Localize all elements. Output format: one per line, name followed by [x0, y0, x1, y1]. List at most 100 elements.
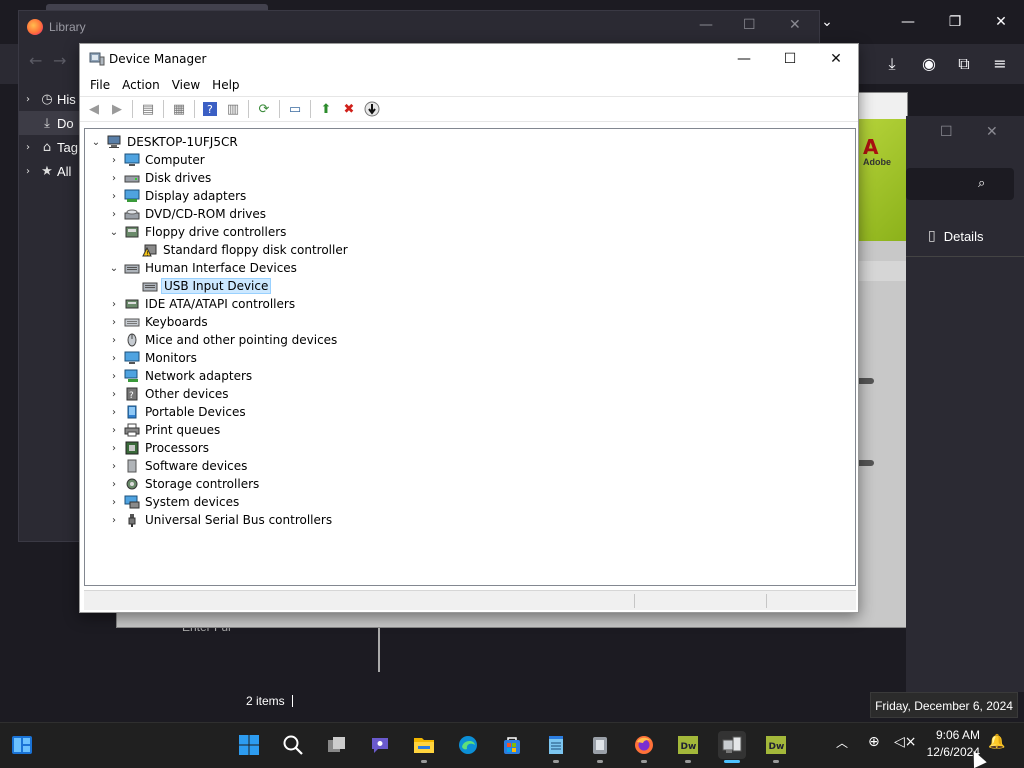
minimize-button[interactable]: — — [730, 48, 758, 70]
chevron-right-icon[interactable]: › — [19, 166, 37, 177]
back-arrow-icon[interactable]: ← — [29, 51, 42, 70]
uninstall-icon[interactable]: ✖ — [339, 99, 359, 119]
chevron-right-icon[interactable]: › — [105, 155, 123, 166]
close-button[interactable]: ✕ — [822, 48, 850, 70]
menu-help[interactable]: Help — [206, 78, 245, 92]
tree-node-print-queues[interactable]: › Print queues — [105, 421, 222, 439]
help-icon[interactable]: ? — [200, 99, 220, 119]
chevron-right-icon[interactable]: › — [105, 191, 123, 202]
library-item-history[interactable]: › ◷ His — [19, 87, 81, 111]
tree-node-usb-input-device[interactable]: USB Input Device — [123, 277, 272, 295]
menu-icon[interactable]: ≡ — [988, 52, 1012, 76]
tree-node-mice[interactable]: › Mice and other pointing devices — [105, 331, 339, 349]
tree-node-keyboards[interactable]: › Keyboards — [105, 313, 210, 331]
device-tree[interactable]: ⌄ DESKTOP-1UFJ5CR › Computer › Disk driv… — [84, 128, 856, 586]
library-close-button[interactable]: ✕ — [789, 17, 801, 33]
tree-node-dvd-drives[interactable]: › DVD/CD-ROM drives — [105, 205, 268, 223]
tree-node-hid[interactable]: ⌄ Human Interface Devices — [105, 259, 299, 277]
notepad-button[interactable] — [542, 731, 570, 759]
start-button[interactable] — [235, 731, 263, 759]
chevron-down-icon[interactable]: ⌄ — [105, 227, 123, 238]
menu-view[interactable]: View — [166, 78, 206, 92]
scan-icon[interactable]: ⟳ — [254, 99, 274, 119]
library-item-tags[interactable]: › ⌂ Tag — [19, 135, 81, 159]
chevron-right-icon[interactable]: › — [105, 389, 123, 400]
device-manager-titlebar[interactable]: Device Manager — ☐ ✕ — [80, 44, 858, 74]
maximize-button[interactable]: ☐ — [776, 48, 804, 70]
menu-action[interactable]: Action — [116, 78, 166, 92]
app-button[interactable] — [586, 731, 614, 759]
chevron-right-icon[interactable]: › — [105, 425, 123, 436]
notification-icon[interactable]: 🔔 — [988, 734, 1005, 750]
chevron-right-icon[interactable]: › — [19, 142, 37, 153]
tree-node-computer[interactable]: › Computer — [105, 151, 207, 169]
chevron-right-icon[interactable]: › — [105, 461, 123, 472]
tree-node-portable-devices[interactable]: › Portable Devices — [105, 403, 248, 421]
tree-node-ide-controllers[interactable]: › IDE ATA/ATAPI controllers — [105, 295, 297, 313]
chevron-right-icon[interactable]: › — [19, 94, 37, 105]
tree-node-display-adapters[interactable]: › Display adapters — [105, 187, 248, 205]
chevron-right-icon[interactable]: › — [105, 173, 123, 184]
chevron-right-icon[interactable]: › — [105, 443, 123, 454]
disable-icon[interactable] — [362, 99, 382, 119]
chevron-right-icon[interactable]: › — [105, 209, 123, 220]
tree-node-other-devices[interactable]: › ? Other devices — [105, 385, 231, 403]
details-icon[interactable]: ▦ — [169, 99, 189, 119]
tree-node-floppy-controllers[interactable]: ⌄ Floppy drive controllers — [105, 223, 288, 241]
chat-button[interactable] — [366, 731, 394, 759]
update-driver-icon[interactable]: ⬆ — [316, 99, 336, 119]
library-item-downloads[interactable]: ⤓ Do — [19, 111, 81, 135]
back-icon[interactable]: ◀ — [84, 99, 104, 119]
device-manager-taskbar-button[interactable] — [718, 731, 746, 759]
file-explorer-button[interactable] — [410, 731, 438, 759]
firefox-button[interactable] — [630, 731, 658, 759]
properties-pane-icon[interactable]: ▤ — [138, 99, 158, 119]
store-button[interactable] — [498, 731, 526, 759]
dreamweaver-button-2[interactable]: Dw — [762, 731, 790, 759]
account-icon[interactable]: ◉ — [917, 52, 941, 76]
search-button[interactable] — [279, 731, 307, 759]
tree-node-standard-floppy-controller[interactable]: ! Standard floppy disk controller — [123, 241, 350, 259]
maximize-button[interactable]: ❐ — [942, 10, 968, 34]
dreamweaver-button[interactable]: Dw — [674, 731, 702, 759]
tree-node-monitors[interactable]: › Monitors — [105, 349, 199, 367]
downloads-icon[interactable]: ⤓ — [880, 52, 904, 76]
library-minimize-button[interactable]: — — [699, 17, 713, 33]
tree-node-processors[interactable]: › Processors — [105, 439, 211, 457]
chevron-right-icon[interactable]: › — [105, 335, 123, 346]
tree-root[interactable]: ⌄ DESKTOP-1UFJ5CR — [87, 133, 240, 151]
tree-node-usb-controllers[interactable]: › Universal Serial Bus controllers — [105, 511, 334, 529]
tree-node-storage-controllers[interactable]: › Storage controllers — [105, 475, 261, 493]
task-view-button[interactable] — [323, 731, 351, 759]
tree-node-disk-drives[interactable]: › Disk drives — [105, 169, 213, 187]
edge-button[interactable] — [454, 731, 482, 759]
chevron-right-icon[interactable]: › — [105, 353, 123, 364]
menu-file[interactable]: File — [84, 78, 116, 92]
library-maximize-button[interactable]: ☐ — [743, 17, 756, 33]
search-input[interactable] — [906, 168, 1014, 200]
volume-muted-icon[interactable]: ◁× — [894, 734, 917, 750]
clock-time[interactable]: 9:06 AM — [918, 728, 980, 742]
chevron-up-icon[interactable]: ︿ — [836, 734, 848, 751]
monitor-icon[interactable]: ▭ — [285, 99, 305, 119]
extensions-icon[interactable]: ⧉ — [952, 52, 976, 76]
chevron-down-icon[interactable]: ⌄ — [87, 137, 105, 148]
chevron-right-icon[interactable]: › — [105, 299, 123, 310]
panel-maximize-button[interactable]: ☐ — [940, 124, 953, 140]
search-icon[interactable]: ⌕ — [978, 176, 985, 191]
chevron-right-icon[interactable]: › — [105, 371, 123, 382]
chevron-right-icon[interactable]: › — [105, 515, 123, 526]
panel-close-button[interactable]: ✕ — [986, 124, 998, 140]
chevron-right-icon[interactable]: › — [105, 407, 123, 418]
minimize-button[interactable]: — — [895, 10, 921, 34]
widgets-button[interactable] — [8, 731, 36, 759]
chevron-right-icon[interactable]: › — [105, 479, 123, 490]
chevron-right-icon[interactable]: › — [105, 497, 123, 508]
chevron-down-icon[interactable]: ⌄ — [105, 263, 123, 274]
view-icon[interactable]: ▥ — [223, 99, 243, 119]
tree-node-software-devices[interactable]: › Software devices — [105, 457, 249, 475]
tree-node-network-adapters[interactable]: › Network adapters — [105, 367, 254, 385]
globe-icon[interactable]: ⊕ — [868, 734, 880, 750]
details-button[interactable]: ▯ Details — [928, 224, 983, 248]
forward-icon[interactable]: ▶ — [107, 99, 127, 119]
